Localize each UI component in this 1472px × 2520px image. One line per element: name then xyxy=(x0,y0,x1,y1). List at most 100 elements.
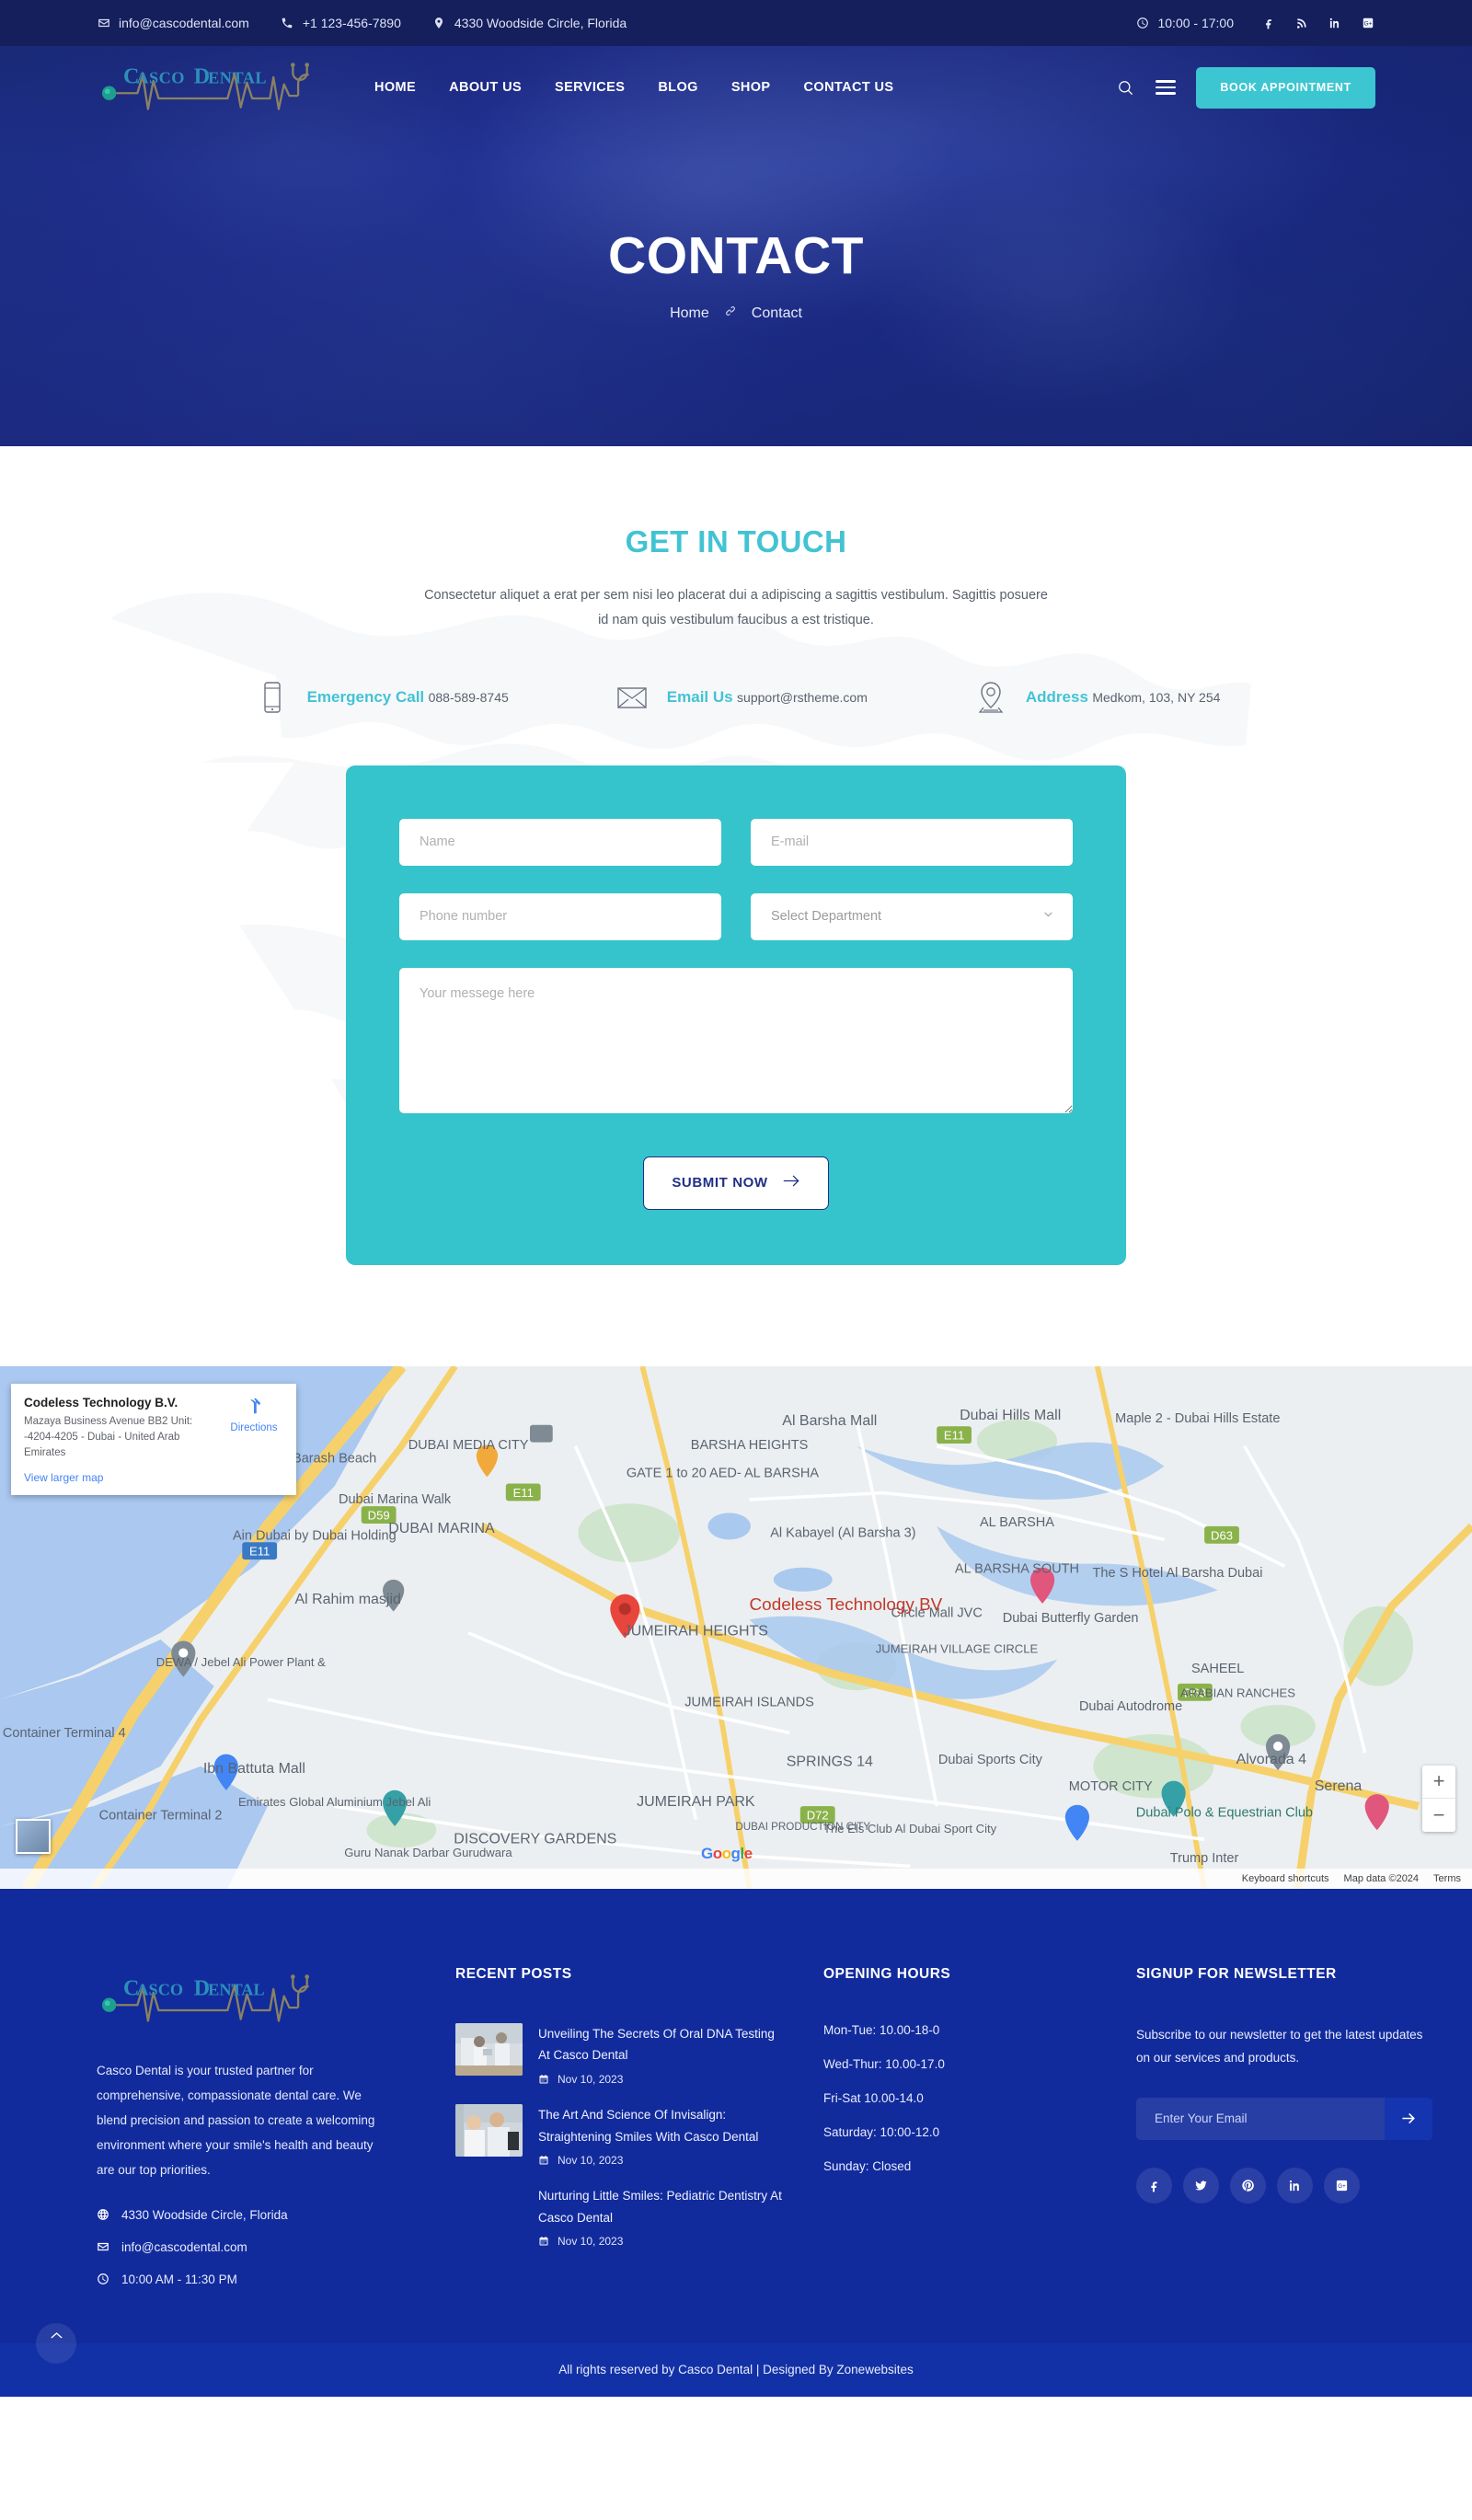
arrow-right-icon xyxy=(1401,2113,1415,2124)
map-label: JUMEIRAH VILLAGE CIRCLE xyxy=(876,1641,1039,1655)
book-appointment-button[interactable]: BOOK APPOINTMENT xyxy=(1196,66,1375,109)
top-bar-right: 10:00 - 17:00 G+ xyxy=(1135,16,1375,30)
newsletter-email-input[interactable] xyxy=(1136,2097,1385,2140)
map-label: ARABIAN RANCHES xyxy=(1180,1686,1295,1699)
directions-icon xyxy=(250,1398,261,1413)
nav-link-contact[interactable]: CONTACT US xyxy=(804,80,894,95)
zoom-out-button[interactable]: − xyxy=(1422,1799,1455,1832)
facebook-icon[interactable] xyxy=(1136,2167,1172,2204)
copyright-bar: All rights reserved by Casco Dental | De… xyxy=(0,2342,1472,2397)
map-street-view-thumbnail[interactable] xyxy=(16,1818,51,1854)
map-label: AL BARSHA xyxy=(980,1515,1054,1530)
search-icon[interactable] xyxy=(1115,77,1135,98)
map-marker-label: Codeless Technology BV xyxy=(750,1594,943,1614)
footer-about-column: C ASCO D ENTAL Casco Dental is your trus… xyxy=(97,1966,419,2286)
topbar-phone[interactable]: +1 123-456-7890 xyxy=(281,16,401,30)
map-label: Ain Dubai by Dubai Holding xyxy=(233,1528,397,1543)
nav-link-services[interactable]: SERVICES xyxy=(555,80,625,95)
main-navigation: C ASCO D ENTAL HOME ABOUT US SERVICES BL… xyxy=(0,46,1472,129)
post-title[interactable]: Unveiling The Secrets Of Oral DNA Testin… xyxy=(538,2023,787,2066)
form-submit-row: SUBMIT NOW xyxy=(399,1156,1073,1210)
top-bar: info@cascodental.com +1 123-456-7890 433… xyxy=(0,0,1472,46)
email-input[interactable] xyxy=(751,818,1073,866)
map-label: Ibn Battuta Mall xyxy=(203,1761,305,1777)
map-card-address: Mazaya Business Avenue BB2 Unit: -4204-4… xyxy=(24,1415,193,1459)
list-item[interactable]: Nurturing Little Smiles: Pediatric Denti… xyxy=(455,2185,787,2248)
map-label: Al Kabayel (Al Barsha 3) xyxy=(770,1525,915,1540)
google-plus-icon[interactable]: G+ xyxy=(1324,2167,1360,2204)
breadcrumb-home[interactable]: Home xyxy=(670,305,709,322)
nav-item-shop[interactable]: SHOP xyxy=(731,79,771,96)
department-select[interactable]: Select Department xyxy=(751,892,1073,940)
hero-content: CONTACT Home Contact xyxy=(0,129,1472,322)
location-map[interactable]: D59 E11 D72 E11 E11 D63 D63 Al Barsha Ma… xyxy=(0,1365,1472,1889)
nav-item-contact[interactable]: CONTACT US xyxy=(804,79,894,96)
map-label: DUBAI PRODUCTION CITY xyxy=(735,1821,870,1833)
google-plus-icon[interactable]: G+ xyxy=(1361,16,1375,30)
map-pin-icon xyxy=(432,17,446,30)
contact-info-label: Emergency Call xyxy=(306,687,425,706)
scroll-to-top-button[interactable] xyxy=(36,2322,76,2364)
svg-text:ENTAL: ENTAL xyxy=(208,69,267,87)
post-thumbnail xyxy=(455,2103,523,2157)
post-date: Nov 10, 2023 xyxy=(538,2073,787,2086)
opening-hours-item: Mon-Tue: 10.00-18-0 xyxy=(823,2022,940,2037)
map-label: Dubai Marina Walk xyxy=(339,1492,452,1507)
post-title[interactable]: The Art And Science Of Invisalign: Strai… xyxy=(538,2104,787,2147)
linkedin-icon[interactable] xyxy=(1277,2167,1313,2204)
map-label: Al Rahim masjid xyxy=(294,1592,400,1607)
facebook-icon[interactable] xyxy=(1261,16,1276,30)
footer-address-text: 4330 Woodside Circle, Florida xyxy=(121,2207,288,2222)
map-label: Dubai Autodrome xyxy=(1079,1698,1182,1713)
phone-icon xyxy=(281,17,294,30)
map-label: Maple 2 - Dubai Hills Estate xyxy=(1115,1411,1280,1426)
nav-menu: HOME ABOUT US SERVICES BLOG SHOP CONTACT… xyxy=(374,79,894,96)
opening-hours-item: Fri-Sat 10.00-14.0 xyxy=(823,2090,924,2105)
rss-icon[interactable] xyxy=(1294,16,1309,30)
site-logo[interactable]: C ASCO D ENTAL xyxy=(97,54,327,121)
name-input[interactable] xyxy=(399,818,721,866)
site-footer: C ASCO D ENTAL Casco Dental is your trus… xyxy=(0,1888,1472,2364)
map-terms-link[interactable]: Terms xyxy=(1433,1873,1461,1884)
calendar-icon xyxy=(539,2074,548,2084)
zoom-in-button[interactable]: + xyxy=(1422,1766,1455,1799)
nav-link-blog[interactable]: BLOG xyxy=(658,80,698,95)
svg-text:E11: E11 xyxy=(513,1486,534,1500)
map-label: Barash Beach xyxy=(293,1451,376,1466)
get-in-touch-section: GET IN TOUCH Consectetur aliquet a erat … xyxy=(0,446,1472,1366)
list-item[interactable]: The Art And Science Of Invisalign: Strai… xyxy=(455,2103,787,2167)
keyboard-shortcuts-link[interactable]: Keyboard shortcuts xyxy=(1242,1873,1329,1884)
map-label: JUMEIRAH ISLANDS xyxy=(684,1695,813,1709)
view-larger-map-link[interactable]: View larger map xyxy=(24,1471,283,1484)
map-directions-button[interactable]: Directions xyxy=(224,1396,283,1462)
mobile-phone-icon xyxy=(252,677,293,718)
nav-item-blog[interactable]: BLOG xyxy=(658,79,698,96)
field-message xyxy=(399,967,1073,1118)
submit-button[interactable]: SUBMIT NOW xyxy=(643,1156,829,1210)
nav-link-home[interactable]: HOME xyxy=(374,80,416,95)
nav-item-services[interactable]: SERVICES xyxy=(555,79,625,96)
nav-item-about[interactable]: ABOUT US xyxy=(449,79,522,96)
footer-logo[interactable]: C ASCO D ENTAL xyxy=(97,1966,327,2032)
post-title[interactable]: Nurturing Little Smiles: Pediatric Denti… xyxy=(538,2185,787,2228)
hamburger-menu-icon[interactable] xyxy=(1156,80,1177,95)
pinterest-icon[interactable] xyxy=(1230,2167,1266,2204)
footer-email[interactable]: info@cascodental.com xyxy=(97,2240,419,2254)
phone-input[interactable] xyxy=(399,892,721,940)
map-zoom-controls[interactable]: + − xyxy=(1422,1765,1455,1832)
list-item[interactable]: Unveiling The Secrets Of Oral DNA Testin… xyxy=(455,2022,787,2086)
nav-item-home[interactable]: HOME xyxy=(374,79,416,96)
map-label: Dubai Sports City xyxy=(938,1752,1043,1766)
map-label: Al Barsha Mall xyxy=(782,1412,877,1428)
map-label: SPRINGS 14 xyxy=(787,1754,873,1769)
topbar-email[interactable]: info@cascodental.com xyxy=(97,16,249,30)
newsletter-submit-button[interactable] xyxy=(1385,2097,1432,2140)
contact-form-wrapper: Select Department SUBMIT NOW xyxy=(0,718,1472,1265)
post-date-text: Nov 10, 2023 xyxy=(558,2235,624,2249)
svg-text:D63: D63 xyxy=(1211,1528,1233,1542)
nav-link-shop[interactable]: SHOP xyxy=(731,80,771,95)
nav-link-about[interactable]: ABOUT US xyxy=(449,80,522,95)
linkedin-icon[interactable] xyxy=(1328,16,1342,30)
message-textarea[interactable] xyxy=(399,967,1073,1113)
twitter-icon[interactable] xyxy=(1183,2167,1219,2204)
